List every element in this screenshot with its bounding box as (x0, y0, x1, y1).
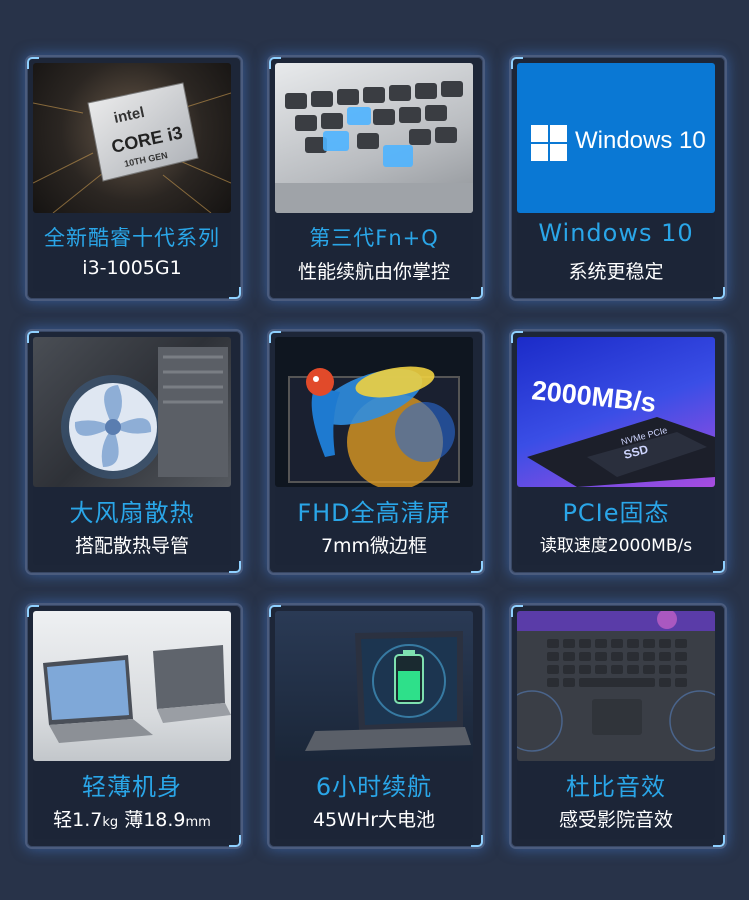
feature-text-block: 6小时续航 45WHr大电池 (275, 761, 473, 839)
feature-text-block: Windows 10 系统更稳定 (517, 213, 715, 291)
laptops-graphic (43, 645, 231, 743)
feature-title: Windows 10 (538, 219, 694, 247)
feature-card-fan: 大风扇散热 搭配散热导管 (25, 329, 243, 575)
ssd-speed-text: 2000MB/s (530, 375, 657, 418)
intel-chip-graphic: intel CORE i3 10TH GEN (33, 82, 231, 213)
feature-text-block: 杜比音效 感受影院音效 (517, 761, 715, 839)
feature-grid: intel CORE i3 10TH GEN 全新酷睿十代系列 i3-1005G… (0, 0, 749, 900)
feature-title: PCIe固态 (562, 499, 670, 527)
cpu-chip-image: intel CORE i3 10TH GEN (33, 63, 231, 213)
feature-text-block: 第三代Fn+Q 性能续航由你掌控 (275, 213, 473, 291)
feature-text-block: 全新酷睿十代系列 i3-1005G1 (33, 213, 231, 291)
fhd-screen-image (275, 337, 473, 487)
feature-card-windows: Windows 10 Windows 10 系统更稳定 (509, 55, 727, 301)
feature-subtitle: 45WHr大电池 (312, 809, 436, 831)
feature-subtitle: 读取速度2000MB/s (539, 536, 693, 556)
feature-title: FHD全高清屏 (297, 499, 451, 527)
keyboard-image (275, 63, 473, 213)
thickness-unit: mm (185, 815, 211, 830)
thin-laptops-image (33, 611, 231, 761)
feature-subtitle: 轻1.7kg 薄18.9mm (33, 805, 231, 832)
feature-title: 全新酷睿十代系列 (44, 226, 220, 250)
feature-title: 第三代Fn+Q (309, 226, 439, 250)
feature-card-audio: 杜比音效 感受影院音效 (509, 603, 727, 849)
battery-graphic (305, 631, 471, 751)
weight-unit: kg (102, 815, 119, 830)
feature-subtitle: 搭配散热导管 (74, 535, 189, 557)
feature-card-keyboard: 第三代Fn+Q 性能续航由你掌控 (267, 55, 485, 301)
windows-icon (531, 125, 567, 161)
battery-laptop-image (275, 611, 473, 761)
feature-text-block: PCIe固态 读取速度2000MB/s (517, 487, 715, 565)
keyboard-graphic (275, 81, 473, 213)
feature-card-screen: FHD全高清屏 7mm微边框 (267, 329, 485, 575)
feature-subtitle: 性能续航由你掌控 (297, 261, 450, 283)
feature-card-battery: 6小时续航 45WHr大电池 (267, 603, 485, 849)
feature-card-thin: 轻薄机身 轻1.7kg 薄18.9mm (25, 603, 243, 849)
windows-logo-text: Windows 10 (575, 127, 706, 154)
feature-title: 轻薄机身 (82, 773, 182, 801)
feature-text-block: 轻薄机身 轻1.7kg 薄18.9mm (33, 761, 231, 839)
feature-card-ssd: 2000MB/s NVMe PCIe SSD PCIe固态 读取速度2000MB… (509, 329, 727, 575)
feature-subtitle: 7mm微边框 (320, 535, 428, 557)
parrot-screen-graphic (288, 366, 460, 487)
thickness-value: 薄18.9 (118, 809, 186, 831)
feature-subtitle: 感受影院音效 (558, 809, 673, 831)
feature-title: 6小时续航 (315, 773, 433, 801)
windows-logo-image: Windows 10 (517, 63, 715, 213)
feature-title: 大风扇散热 (69, 499, 195, 527)
feature-text-block: 大风扇散热 搭配散热导管 (33, 487, 231, 565)
feature-subtitle: 系统更稳定 (568, 261, 664, 283)
fan-graphic (61, 347, 228, 479)
audio-keyboard-image (517, 611, 715, 761)
ssd-graphic: 2000MB/s NVMe PCIe SSD (527, 375, 715, 487)
ssd-image: 2000MB/s NVMe PCIe SSD (517, 337, 715, 487)
keyboard-speaker-graphic (517, 611, 715, 752)
feature-card-cpu: intel CORE i3 10TH GEN 全新酷睿十代系列 i3-1005G… (25, 55, 243, 301)
weight-value: 轻1.7 (53, 809, 103, 831)
feature-text-block: FHD全高清屏 7mm微边框 (275, 487, 473, 565)
cooling-fan-image (33, 337, 231, 487)
feature-title: 杜比音效 (566, 773, 666, 801)
feature-subtitle: i3-1005G1 (82, 257, 182, 279)
